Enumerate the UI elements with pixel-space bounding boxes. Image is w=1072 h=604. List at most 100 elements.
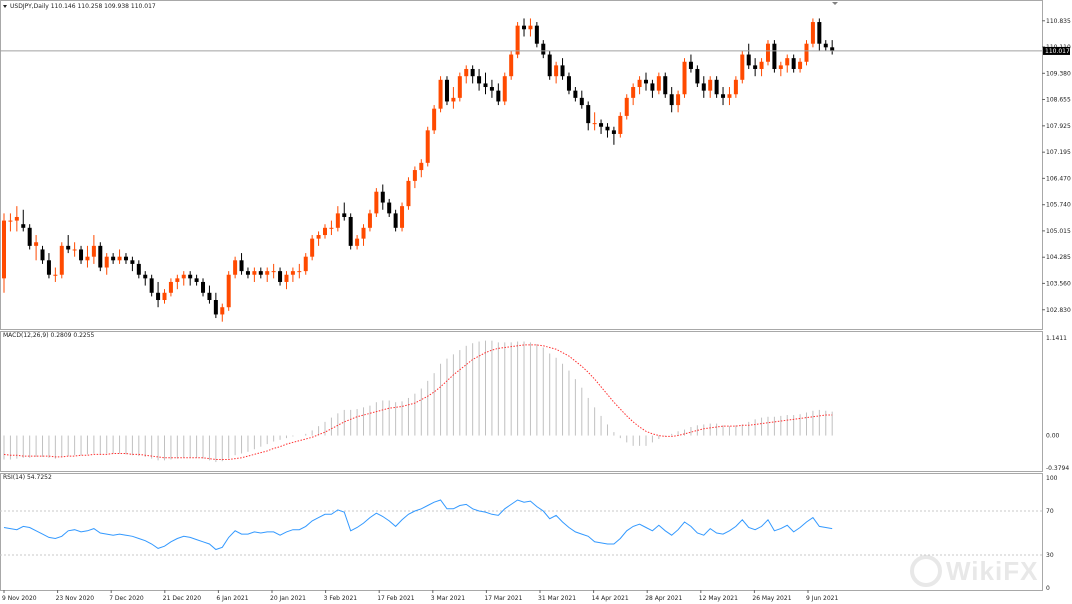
candle [323,224,327,239]
candle-body [297,271,302,273]
candle [650,79,655,98]
candle-body [457,76,462,98]
candle-body [117,256,122,261]
candle [2,213,6,293]
candle [547,50,552,80]
candle-body [753,65,758,69]
candle-body [136,263,141,275]
candle [528,18,533,37]
candle-body [592,123,597,125]
candle [111,253,116,264]
macd-tick-label: 0.00 [1046,433,1060,440]
dropdown-arrow-icon[interactable] [3,5,7,8]
shift-marker-icon[interactable] [832,2,838,5]
candle-body [650,83,655,91]
candle-body [290,271,295,275]
candle-body [361,227,366,239]
current-price-label: 110.017 [1045,48,1070,55]
candle-body [566,76,571,91]
candle [79,245,84,264]
candle [400,202,405,232]
candle [271,263,276,279]
candle [464,65,469,84]
candle-body [810,22,815,44]
candle [457,72,462,102]
candle-body [2,220,6,279]
time-tick-label: 7 Dec 2020 [109,595,144,602]
candle-body [644,79,648,84]
candle [175,274,180,290]
macd-panel-title: MACD(12,26,9) 0.2809 0.2255 [3,332,95,339]
candle [40,245,45,264]
price-tick-label: 105.015 [1046,228,1071,235]
candle [278,267,283,286]
candle-body [226,274,231,308]
candle-body [451,97,456,102]
candle [695,65,700,88]
candle [310,235,315,261]
candle-body [618,115,623,134]
candle [245,267,250,279]
time-tick-label: 28 Apr 2021 [645,595,682,602]
time-tick-label: 9 Jun 2021 [806,595,838,602]
candle-body [355,238,360,246]
candle-body [656,76,661,91]
candle [329,220,334,236]
time-tick-label: 3 Feb 2021 [324,595,358,602]
rsi-tick-label: 70 [1046,508,1054,515]
trading-chart[interactable]: USDJPY,Daily 110.146 110.258 109.938 110… [0,0,1072,604]
candle [72,242,77,257]
candle [46,253,51,279]
candle-body [188,274,193,279]
candle [91,235,96,264]
candle-body [111,256,116,261]
candle-body [130,260,135,264]
candle [631,83,636,106]
rsi-panel-frame [0,473,1043,591]
candle-body [46,260,51,275]
watermark: WikiFX [910,555,1037,587]
candle [451,87,456,109]
time-tick-label: 3 Mar 2021 [431,595,465,602]
time-tick-label: 12 May 2021 [699,595,738,602]
candle [554,61,559,84]
candle [117,249,122,264]
price-tick-label: 105.740 [1046,202,1071,209]
candle-body [464,68,469,77]
rsi-line [3,499,833,551]
candle-body [477,76,482,84]
candle-body [733,79,738,95]
candle-body [496,90,501,102]
time-tick-label: 26 May 2021 [752,595,791,602]
price-panel-title: USDJPY,Daily 110.146 110.258 109.938 110… [10,3,156,10]
candle [502,72,507,106]
candle [470,65,475,84]
candle-body [303,256,308,272]
price-tick-label: 107.925 [1046,123,1071,130]
candle [233,256,238,279]
candle [798,58,803,73]
candle-body [727,94,732,98]
price-tick-label: 107.195 [1046,149,1071,156]
candle [637,76,642,95]
candle [560,58,565,80]
candle [14,206,19,232]
candle-body [804,43,809,62]
candle-body [278,271,283,282]
candle-body [676,94,681,106]
candle-body [348,216,353,246]
candle [541,40,546,59]
candle [830,40,835,55]
candle [618,112,623,138]
time-tick-label: 23 Nov 2020 [56,595,95,602]
candle [791,54,796,73]
price-tick-label: 109.380 [1046,70,1071,77]
macd-axis: 1.1411 0.00 -0.3794 [1046,335,1069,472]
candle-body [245,271,250,275]
candle-body [470,68,475,77]
candle [676,90,681,113]
candle-body [201,281,206,293]
time-tick-label: 31 Mar 2021 [538,595,576,602]
rsi-axis: 100 70 30 0 [1046,475,1058,592]
candle [66,235,71,254]
